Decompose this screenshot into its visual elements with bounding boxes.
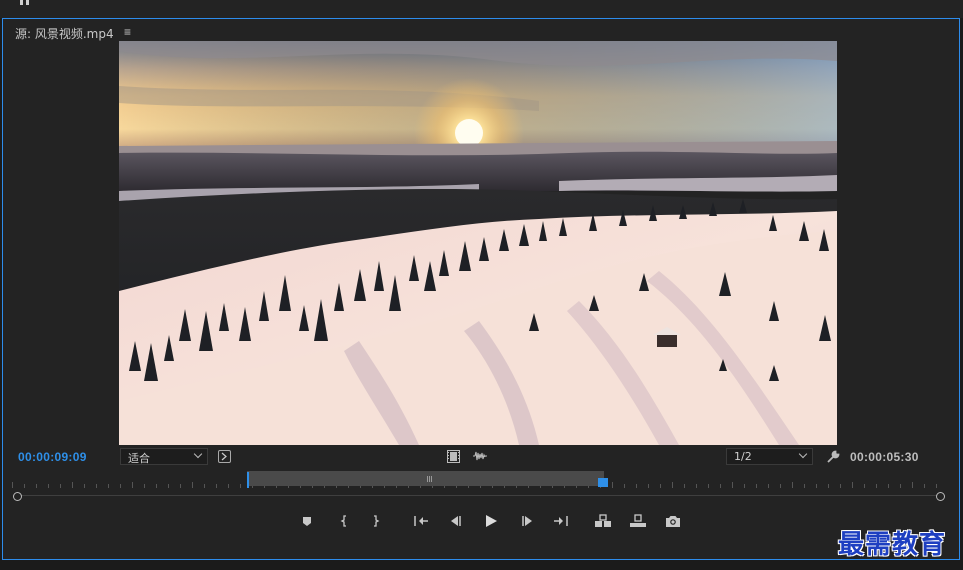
ruler-tick: [156, 484, 157, 488]
ruler-tick: [36, 484, 37, 488]
zoom-level-select[interactable]: 适合: [120, 448, 208, 465]
duration-timecode: 00:00:05:30: [850, 450, 919, 464]
ruler-tick: [192, 482, 193, 488]
audio-waveform-icon[interactable]: [472, 449, 488, 463]
go-to-out-icon[interactable]: [550, 511, 572, 531]
video-preview: [119, 41, 837, 445]
ruler-tick: [144, 484, 145, 488]
chevron-down-icon: [798, 449, 808, 459]
chevron-down-icon: [193, 449, 203, 459]
insert-icon[interactable]: [592, 511, 614, 531]
ruler-tick: [648, 484, 649, 488]
ruler-tick: [744, 484, 745, 488]
settings-marker-icon[interactable]: [218, 450, 231, 463]
overwrite-icon[interactable]: [627, 511, 649, 531]
ruler-tick: [108, 484, 109, 488]
ruler-tick: [840, 484, 841, 488]
ruler-tick: [228, 484, 229, 488]
ruler-tick: [804, 484, 805, 488]
ruler-tick: [84, 484, 85, 488]
ruler-tick: [612, 482, 613, 488]
ruler-tick: [24, 484, 25, 488]
ruler-tick: [204, 484, 205, 488]
scrollbar-right-handle[interactable]: [936, 492, 945, 501]
ruler-tick: [720, 484, 721, 488]
video-frame-image: [119, 41, 837, 445]
ruler-tick: [132, 482, 133, 488]
playhead[interactable]: [247, 472, 249, 488]
ruler-tick: [636, 484, 637, 488]
zoom-level-value: 适合: [128, 452, 150, 465]
ruler-tick: [660, 484, 661, 488]
export-frame-icon[interactable]: [662, 511, 684, 531]
ruler-tick: [48, 484, 49, 488]
ruler-tick: [684, 484, 685, 488]
ruler-tick: [180, 484, 181, 488]
play-icon[interactable]: [480, 511, 502, 531]
step-forward-icon[interactable]: [516, 511, 538, 531]
out-point-marker[interactable]: [598, 478, 608, 487]
playback-resolution-select[interactable]: 1/2: [726, 448, 813, 465]
ruler-tick: [708, 484, 709, 488]
playback-resolution-value: 1/2: [734, 450, 752, 463]
ruler-tick: [624, 484, 625, 488]
zoom-scrollbar[interactable]: [13, 492, 945, 501]
scrollbar-left-handle[interactable]: [13, 492, 22, 501]
ruler-tick: [852, 482, 853, 488]
go-to-in-icon[interactable]: [410, 511, 432, 531]
ruler-tick: [756, 484, 757, 488]
ruler-tick: [768, 484, 769, 488]
ruler-tick: [672, 482, 673, 488]
ruler-tick: [864, 484, 865, 488]
in-out-range[interactable]: [247, 471, 604, 486]
add-marker-icon[interactable]: [296, 511, 318, 531]
ruler-tick: [780, 484, 781, 488]
ruler-tick: [60, 484, 61, 488]
panel-grip-icon[interactable]: [20, 0, 34, 6]
transport-controls: [0, 511, 963, 531]
bottom-strip: [0, 561, 963, 570]
ruler-tick: [828, 484, 829, 488]
ruler-tick: [732, 482, 733, 488]
ruler-tick: [72, 482, 73, 488]
mark-in-icon[interactable]: [333, 511, 355, 531]
ruler-tick: [96, 484, 97, 488]
ruler-tick: [240, 484, 241, 488]
ruler-tick: [12, 482, 13, 488]
ruler-tick: [696, 484, 697, 488]
ruler-tick: [888, 484, 889, 488]
ruler-tick: [900, 484, 901, 488]
ruler-tick: [168, 484, 169, 488]
ruler-tick: [816, 484, 817, 488]
top-strip: [0, 0, 963, 18]
ruler-tick: [912, 482, 913, 488]
ruler-tick: [120, 484, 121, 488]
mark-out-icon[interactable]: [365, 511, 387, 531]
ruler-tick: [936, 484, 937, 488]
wrench-icon[interactable]: [825, 448, 841, 464]
scrollbar-track: [18, 495, 940, 496]
filmstrip-icon[interactable]: [446, 449, 460, 463]
ruler-tick: [924, 484, 925, 488]
watermark-logo: 最需教育: [838, 530, 947, 560]
ruler-tick: [216, 484, 217, 488]
ruler-tick: [876, 484, 877, 488]
panel-title[interactable]: 源: 风景视频.mp4: [15, 25, 114, 42]
current-timecode[interactable]: 00:00:09:09: [18, 450, 87, 464]
hamburger-menu-icon[interactable]: ≡: [124, 25, 131, 39]
step-back-icon[interactable]: [445, 511, 467, 531]
range-grip-icon[interactable]: [427, 476, 433, 482]
ruler-tick: [792, 482, 793, 488]
